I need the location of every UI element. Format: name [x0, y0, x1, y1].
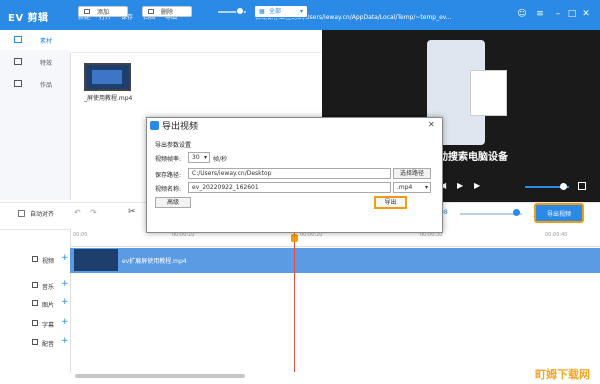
- playhead-line: [294, 232, 295, 372]
- media-toolbar: [70, 30, 322, 53]
- nav-item-label: 素材: [40, 38, 53, 45]
- subtitle-track-icon: [32, 320, 38, 326]
- format-value: .mp4: [397, 184, 413, 191]
- image-track-icon: [32, 300, 38, 306]
- track-subtitle: 字幕 +: [0, 314, 70, 334]
- effects-icon: [14, 58, 22, 65]
- media-thumbnail[interactable]: [84, 63, 131, 91]
- add-video-track-icon[interactable]: +: [61, 253, 69, 263]
- add-subtitle-track-icon[interactable]: +: [61, 317, 69, 327]
- skin-icon[interactable]: ☺: [516, 8, 528, 20]
- play-icon[interactable]: ▶: [457, 181, 463, 190]
- fps-label: 视频帧率:: [155, 156, 182, 163]
- add-voiceover-track-icon[interactable]: +: [61, 336, 69, 346]
- thumbnail-screen: [92, 70, 122, 84]
- preview-panel-image: [470, 70, 507, 116]
- nav-item-works[interactable]: 作品: [0, 74, 70, 94]
- chevron-down-icon: ▾: [299, 8, 303, 15]
- redo-icon[interactable]: ↷: [90, 208, 97, 217]
- filter-value: 全部: [269, 8, 282, 15]
- playhead-handle[interactable]: [291, 234, 298, 242]
- microphone-icon: [32, 339, 38, 345]
- dialog-title: 导出视频: [162, 122, 199, 132]
- preview-subtitle: 动搜索电脑设备: [438, 152, 508, 163]
- add-button-label: 添加: [97, 9, 110, 16]
- scissors-icon[interactable]: ✂: [128, 207, 136, 217]
- track-video: 视频 +: [0, 250, 70, 270]
- slider-handle[interactable]: [236, 7, 244, 15]
- works-icon: [14, 80, 22, 87]
- fps-value: 30: [192, 154, 200, 161]
- nav-item-label: 特效: [40, 60, 53, 67]
- app-icon: [150, 121, 159, 130]
- add-folder-icon: [84, 9, 90, 14]
- track-label: 视频: [42, 258, 55, 265]
- save-path-field[interactable]: C:/Users/ieway.cn/Desktop: [188, 168, 391, 179]
- maximize-icon[interactable]: □: [566, 8, 578, 20]
- video-name-field[interactable]: ev_20220922_162601: [188, 182, 391, 193]
- video-track-icon: [32, 256, 38, 262]
- menu-icon[interactable]: ≡: [534, 8, 546, 20]
- nav-item-materials[interactable]: 素材: [0, 30, 70, 50]
- choose-path-button[interactable]: 选择路径: [393, 168, 431, 179]
- grid-icon: ▦: [259, 8, 265, 15]
- auto-align-label: 自动对齐: [30, 211, 55, 218]
- minimize-icon[interactable]: –: [552, 8, 564, 20]
- media-file-name: _屏使用教程.mp4: [84, 95, 133, 102]
- trash-icon: [148, 9, 154, 14]
- track-image: 图片 +: [0, 294, 70, 314]
- next-frame-icon[interactable]: ▶: [474, 181, 480, 190]
- delete-button-label: 删除: [161, 9, 174, 16]
- auto-align-checkbox[interactable]: [18, 210, 25, 217]
- fps-unit: 帧/秒: [213, 156, 228, 163]
- ruler-tick: 00:00:40: [545, 232, 568, 238]
- delete-button[interactable]: 删除: [142, 6, 192, 17]
- clip-thumbnail: [74, 249, 118, 271]
- undo-icon[interactable]: ↶: [74, 208, 81, 217]
- track-music: 音乐 +: [0, 276, 70, 296]
- add-image-track-icon[interactable]: +: [61, 297, 69, 307]
- track-label: 图片: [42, 302, 55, 309]
- dialog-close-icon[interactable]: ✕: [428, 120, 435, 129]
- clip-label: ev扩展屏使用教程.mp4: [122, 258, 187, 265]
- chevron-down-icon: ▾: [424, 184, 428, 191]
- track-label: 字幕: [42, 322, 55, 329]
- track-label: 配音: [42, 341, 55, 348]
- dialog-section-title: 导出参数设置: [155, 142, 192, 149]
- dialog-export-button[interactable]: 导出: [374, 196, 407, 209]
- fullscreen-icon[interactable]: [578, 182, 586, 190]
- export-video-button[interactable]: 导出视频: [534, 203, 584, 223]
- track-voiceover: 配音 +: [0, 333, 70, 353]
- timeline-scrollbar[interactable]: [75, 374, 245, 378]
- fps-select[interactable]: 30 ▾: [188, 152, 210, 163]
- ruler-tick: 00:00: [73, 232, 88, 238]
- watermark: 町姆下载网: [535, 368, 590, 381]
- volume-handle[interactable]: [560, 183, 567, 190]
- music-track-icon: [32, 282, 38, 288]
- save-path-label: 保存路径:: [155, 172, 182, 179]
- nav-item-effects[interactable]: 特效: [0, 52, 70, 72]
- format-select[interactable]: .mp4 ▾: [393, 182, 431, 193]
- zoom-handle[interactable]: [513, 209, 520, 216]
- video-name-label: 视频名称:: [155, 186, 182, 193]
- add-music-track-icon[interactable]: +: [61, 279, 69, 289]
- nav-item-label: 作品: [40, 82, 53, 89]
- media-filter-select[interactable]: ▦ 全部 ▾: [254, 5, 308, 18]
- close-icon[interactable]: ✕: [580, 8, 592, 20]
- app-logo: EV 剪辑: [8, 13, 49, 24]
- add-button[interactable]: 添加: [78, 6, 128, 17]
- folder-icon: [14, 36, 22, 43]
- track-label: 音乐: [42, 284, 55, 291]
- chevron-down-icon: ▾: [203, 154, 207, 161]
- advanced-button[interactable]: 高级: [155, 197, 191, 208]
